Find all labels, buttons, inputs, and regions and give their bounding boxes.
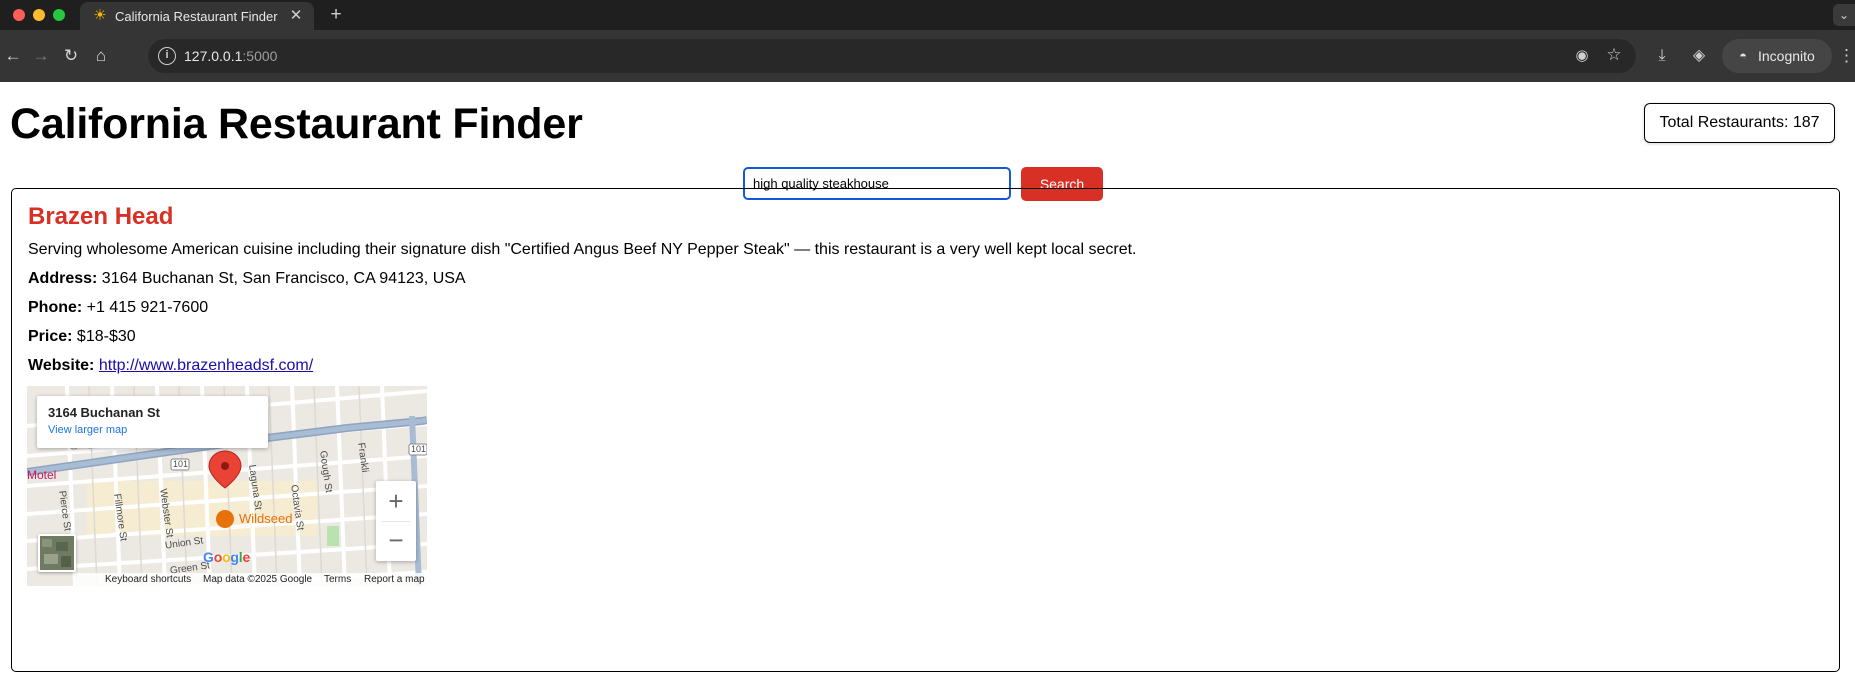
- tab-title: California Restaurant Finder: [115, 9, 278, 24]
- address-field: Address: 3164 Buchanan St, San Francisco…: [28, 270, 466, 288]
- map-popup-title: 3164 Buchanan St: [48, 405, 160, 420]
- motel-label: Motel: [27, 468, 57, 482]
- price-label: Price:: [28, 328, 73, 345]
- total-restaurants-badge: Total Restaurants: 187: [1644, 103, 1835, 143]
- map-footer: Keyboard shortcuts Map data ©2025 Google…: [77, 573, 427, 586]
- back-icon[interactable]: ←: [2, 45, 24, 67]
- terms-link[interactable]: Terms: [324, 574, 351, 585]
- incognito-icon: ◓: [1739, 48, 1747, 63]
- address-bar[interactable]: i 127.0.0.1:5000 ◉ ☆: [148, 39, 1636, 73]
- close-window-button[interactable]: [13, 9, 25, 21]
- report-map-error-link[interactable]: Report a map error: [364, 574, 427, 585]
- address-value: 3164 Buchanan St, San Francisco, CA 9412…: [97, 270, 466, 287]
- extension-icon[interactable]: ◈: [1688, 45, 1710, 67]
- restaurant-card: Brazen Head Serving wholesome American c…: [11, 188, 1840, 672]
- download-icon[interactable]: ⤓: [1651, 45, 1673, 67]
- website-link[interactable]: http://www.brazenheadsf.com/: [99, 357, 313, 374]
- browser-tab-bar: ☀ California Restaurant Finder ✕ + ⌄: [0, 0, 1855, 30]
- incognito-badge[interactable]: ◓ Incognito: [1722, 39, 1832, 73]
- minimize-window-button[interactable]: [33, 9, 45, 21]
- wildseed-label[interactable]: Wildseed: [239, 511, 292, 526]
- map-info-popup: 3164 Buchanan St View larger map: [37, 396, 268, 448]
- price-field: Price: $18-$30: [28, 328, 136, 346]
- page-title: California Restaurant Finder: [10, 100, 583, 148]
- phone-field: Phone: +1 415 921-7600: [28, 299, 208, 317]
- reload-icon[interactable]: ↻: [60, 45, 82, 67]
- google-logo: Google: [203, 549, 251, 565]
- eye-off-icon[interactable]: ◉: [1572, 46, 1592, 66]
- url-text[interactable]: 127.0.0.1:5000: [184, 48, 277, 64]
- site-info-icon[interactable]: i: [158, 47, 176, 65]
- phone-value: +1 415 921-7600: [82, 299, 209, 316]
- phone-label: Phone:: [28, 299, 83, 316]
- sun-icon: ☀: [93, 7, 107, 24]
- home-icon[interactable]: ⌂: [90, 45, 112, 67]
- satellite-thumbnail-icon: [40, 536, 74, 570]
- website-label: Website:: [28, 357, 95, 374]
- view-larger-map-link[interactable]: View larger map: [48, 424, 127, 436]
- restaurant-description: Serving wholesome American cuisine inclu…: [28, 241, 1137, 258]
- zoom-out-button[interactable]: −: [376, 521, 416, 561]
- star-icon[interactable]: ☆: [1604, 45, 1624, 65]
- highway-shield-label-2: 101: [411, 444, 427, 454]
- incognito-label: Incognito: [1758, 48, 1815, 64]
- highway-shield-label: 101: [173, 459, 189, 469]
- browser-tab[interactable]: ☀ California Restaurant Finder ✕: [80, 2, 314, 30]
- chevron-down-icon[interactable]: ⌄: [1833, 4, 1855, 26]
- close-tab-icon[interactable]: ✕: [288, 8, 304, 24]
- address-label: Address:: [28, 270, 98, 287]
- price-value: $18-$30: [72, 328, 136, 345]
- browser-toolbar: ← → ↻ ⌂ i 127.0.0.1:5000 ◉ ☆ ⤓ ◈ ◓ Incog…: [0, 30, 1855, 82]
- website-field: Website: http://www.brazenheadsf.com/: [28, 357, 313, 375]
- satellite-toggle[interactable]: [38, 534, 76, 572]
- menu-icon[interactable]: ⋮: [1838, 45, 1855, 67]
- map-data-attribution: Map data ©2025 Google: [203, 574, 313, 585]
- page: California Restaurant Finder Total Resta…: [0, 82, 1855, 684]
- map-zoom-controls: + −: [376, 481, 416, 561]
- keyboard-shortcuts-link[interactable]: Keyboard shortcuts: [105, 574, 191, 585]
- maximize-window-button[interactable]: [53, 9, 65, 21]
- zoom-in-button[interactable]: +: [376, 481, 416, 521]
- forward-icon[interactable]: →: [30, 45, 52, 67]
- embedded-map[interactable]: 101 101 Motel Wildseed Fillmore St Webst…: [27, 386, 427, 586]
- restaurant-name: Brazen Head: [28, 203, 174, 230]
- new-tab-icon[interactable]: +: [326, 5, 346, 25]
